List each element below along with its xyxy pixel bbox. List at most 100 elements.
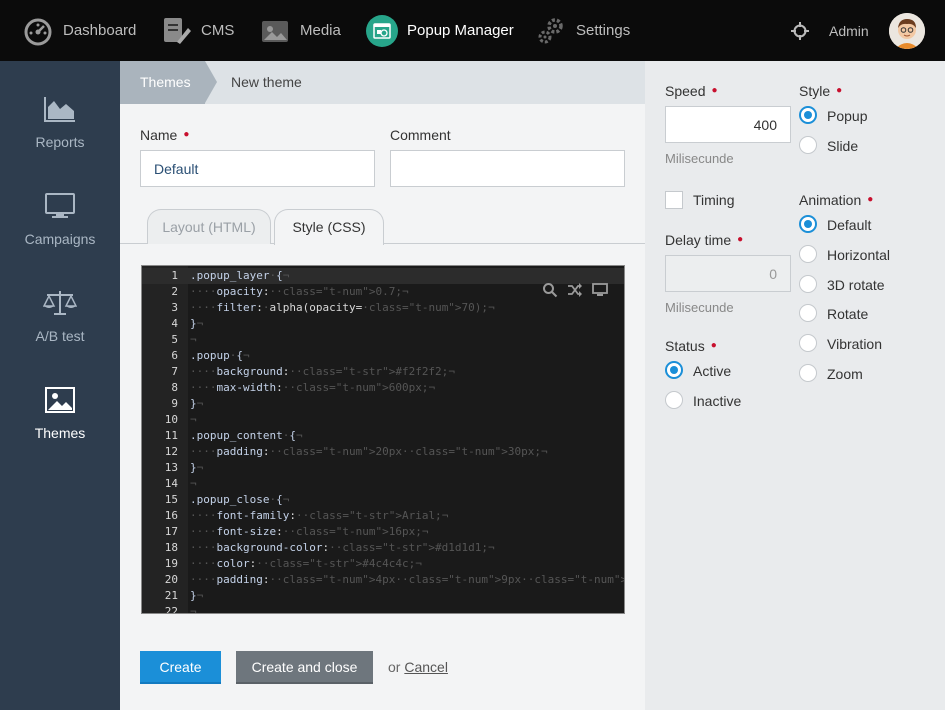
code-line[interactable]: 22 ¬ <box>142 604 624 614</box>
line-number: 16 <box>164 509 178 522</box>
cancel-link[interactable]: Cancel <box>404 659 448 675</box>
style-option-label: Slide <box>827 138 859 154</box>
sidebar-item-campaigns[interactable]: Campaigns <box>0 191 120 271</box>
sidebar-item-label: Reports <box>35 134 85 150</box>
avatar[interactable] <box>889 13 925 49</box>
animation-option-label: Horizontal <box>827 247 891 263</box>
main-content: Themes New theme Name● Comment Layout (H… <box>120 61 645 710</box>
animation-horizontal-radio[interactable] <box>799 245 817 263</box>
delay-label: Delay time ● <box>665 232 744 248</box>
code-line[interactable]: 19 ····color:··class="t-str">#4c4c4c;¬ <box>142 556 624 572</box>
animation-default-radio[interactable] <box>799 215 817 233</box>
required-marker: ● <box>836 85 843 96</box>
shuffle-icon[interactable] <box>567 282 583 301</box>
nav-media[interactable]: Media <box>259 0 341 61</box>
code-line[interactable]: 3 ····filter:·alpha(opacity=·class="t-num… <box>142 300 624 316</box>
nav-cms[interactable]: CMS <box>160 0 234 61</box>
code-text: .popup·{¬ <box>190 349 250 362</box>
delay-field[interactable] <box>665 255 791 292</box>
line-number: 10 <box>164 413 178 426</box>
code-line[interactable]: 7 ····background:··class="t-str">#f2f2f2;… <box>142 364 624 380</box>
speed-label: Speed ● <box>665 83 718 99</box>
line-number: 13 <box>164 461 178 474</box>
name-field[interactable] <box>140 150 375 187</box>
timing-checkbox[interactable] <box>665 191 683 209</box>
gears-icon <box>535 15 567 47</box>
code-line[interactable]: 14 ¬ <box>142 476 624 492</box>
nav-popup-manager[interactable]: Popup Manager <box>366 0 514 61</box>
code-line[interactable]: 21 }¬ <box>142 588 624 604</box>
status-inactive-radio[interactable] <box>665 391 683 409</box>
animation-zoom-radio[interactable] <box>799 364 817 382</box>
code-line[interactable]: 10 ¬ <box>142 412 624 428</box>
tab-style-css[interactable]: Style (CSS) <box>274 209 384 245</box>
monitor-icon[interactable] <box>592 282 608 301</box>
code-line[interactable]: 16 ····font-family:··class="t-str">Arial;… <box>142 508 624 524</box>
code-line[interactable]: 20 ····padding:··class="t-num">4px··class… <box>142 572 624 588</box>
name-label: Name ● <box>140 127 190 143</box>
animation-label: Animation ● <box>799 192 874 208</box>
required-marker: ● <box>737 234 744 245</box>
code-text: ····background:··class="t-str">#f2f2f2;¬ <box>190 365 455 378</box>
required-marker: ● <box>183 129 190 140</box>
line-number: 2 <box>171 285 178 298</box>
animation-vibration-radio[interactable] <box>799 334 817 352</box>
comment-label: Comment <box>390 127 451 143</box>
animation-rotate-radio[interactable] <box>799 304 817 322</box>
area-chart-icon <box>43 94 77 124</box>
nav-settings[interactable]: Settings <box>535 0 630 61</box>
line-number: 4 <box>171 317 178 330</box>
code-line[interactable]: 17 ····font-size:··class="t-num">16px;¬ <box>142 524 624 540</box>
nav-admin[interactable]: Admin <box>789 0 869 61</box>
monitor-icon <box>43 191 77 221</box>
code-text: ¬ <box>190 413 197 426</box>
code-line[interactable]: 9}¬ <box>142 396 624 412</box>
code-line[interactable]: 18 ····background-color:··class="t-str">#… <box>142 540 624 556</box>
animation-option-label: Vibration <box>827 336 883 352</box>
speedometer-icon <box>22 15 54 47</box>
search-icon[interactable] <box>542 282 558 301</box>
code-text: }¬ <box>190 589 204 602</box>
comment-field[interactable] <box>390 150 625 187</box>
style-popup-radio[interactable] <box>799 106 817 124</box>
create-button[interactable]: Create <box>140 651 221 684</box>
code-line[interactable]: 8 ····max-width:··class="t-num">600px;¬ <box>142 380 624 396</box>
code-text: ¬ <box>190 605 197 614</box>
line-number: 7 <box>171 365 178 378</box>
code-text: ····font-size:··class="t-num">16px;¬ <box>190 525 429 538</box>
code-text: ····font-family:··class="t-str">Arial;¬ <box>190 509 449 522</box>
status-active-radio[interactable] <box>665 361 683 379</box>
speed-field[interactable] <box>665 106 791 143</box>
code-line[interactable]: 13 }¬ <box>142 460 624 476</box>
code-line[interactable]: 4 }¬ <box>142 316 624 332</box>
sidebar-item-ab-test[interactable]: A/B test <box>0 288 120 368</box>
create-and-close-button[interactable]: Create and close <box>236 651 373 684</box>
line-number: 15 <box>164 493 178 506</box>
code-line[interactable]: 6 .popup·{¬ <box>142 348 624 364</box>
sidebar-item-label: Campaigns <box>24 231 96 247</box>
line-number: 21 <box>164 589 178 602</box>
line-number: 14 <box>164 477 178 490</box>
line-number: 5 <box>171 333 178 346</box>
nav-dashboard[interactable]: Dashboard <box>22 0 136 61</box>
code-line[interactable]: 12 ····padding:··class="t-num">20px··clas… <box>142 444 624 460</box>
code-line[interactable]: 15 .popup_close·{¬ <box>142 492 624 508</box>
animation-option-label: Default <box>827 217 872 233</box>
line-number: 9 <box>171 397 178 410</box>
breadcrumb-themes[interactable]: Themes <box>120 61 205 104</box>
tab-layout-html[interactable]: Layout (HTML) <box>147 209 271 244</box>
sidebar-item-themes[interactable]: Themes <box>0 385 120 465</box>
code-line[interactable]: 11 .popup_content·{¬ <box>142 428 624 444</box>
crosshair-icon <box>789 15 811 47</box>
code-text: }¬ <box>190 317 204 330</box>
admin-username: Admin <box>829 22 869 39</box>
top-navbar: Dashboard CMS Media Popup Manager Settin… <box>0 0 945 61</box>
code-editor[interactable]: 1 .popup_layer·{¬ 2 ····opacity:··class="t-… <box>141 265 625 614</box>
animation-3d-rotate-radio[interactable] <box>799 275 817 293</box>
code-line[interactable]: 5 ¬ <box>142 332 624 348</box>
sidebar-item-reports[interactable]: Reports <box>0 94 120 174</box>
code-text: }¬ <box>190 461 204 474</box>
style-slide-radio[interactable] <box>799 136 817 154</box>
code-text: ····opacity:··class="t-num">0.7;¬ <box>190 285 409 298</box>
nav-label: CMS <box>201 22 235 39</box>
